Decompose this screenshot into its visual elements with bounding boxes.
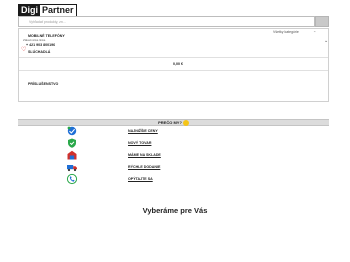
cart-total[interactable]: 0,00 € bbox=[173, 62, 183, 66]
feature-label[interactable]: OPÝTAJTE SA bbox=[128, 177, 153, 181]
chevron-down-icon[interactable]: ⌄ bbox=[324, 38, 328, 44]
warehouse-icon bbox=[67, 150, 77, 160]
feature-rychle-dodanie: RÝCHLE DODANIE bbox=[66, 161, 186, 173]
search-input[interactable] bbox=[18, 16, 315, 27]
divider bbox=[19, 57, 328, 58]
logo-partner-text: Partner bbox=[40, 5, 76, 16]
support-note: Zákaznícka linka bbox=[23, 38, 46, 42]
chevron-up-icon[interactable]: ⌃ bbox=[313, 30, 316, 35]
feature-mame-na-sklade: MÁME NA SKLADE bbox=[66, 149, 186, 161]
logo-digi-text: Digi bbox=[19, 5, 40, 16]
feature-label[interactable]: NOVÝ TOVAR bbox=[128, 141, 151, 145]
divider bbox=[19, 70, 328, 71]
delivery-truck-icon bbox=[67, 165, 77, 172]
page: Digi Partner Všetky kategórie ⌃ ⌄ MOBILN… bbox=[0, 0, 350, 262]
support-phone[interactable]: + 421 903 800196 bbox=[26, 43, 55, 47]
search-bar bbox=[18, 16, 329, 27]
heart-icon[interactable]: ♡ bbox=[21, 47, 26, 53]
feature-najnizsie-ceny: NAJNIŽŠIE CENY bbox=[66, 125, 186, 137]
menu-item-prislusenstvo[interactable]: PRÍSLUŠENSTVO bbox=[28, 82, 58, 86]
search-button[interactable] bbox=[315, 16, 329, 27]
feature-label[interactable]: NAJNIŽŠIE CENY bbox=[128, 129, 158, 133]
shield-check-icon bbox=[68, 138, 76, 148]
feature-label[interactable]: RÝCHLE DODANIE bbox=[128, 165, 160, 169]
category-select[interactable]: Všetky kategórie bbox=[273, 30, 299, 34]
support-phone-icon bbox=[66, 173, 78, 185]
price-tag-icon bbox=[67, 126, 77, 136]
feature-label[interactable]: MÁME NA SKLADE bbox=[128, 153, 161, 157]
feature-opytajte-sa: OPÝTAJTE SA bbox=[66, 173, 186, 185]
feature-novy-tovar: NOVÝ TOVAR bbox=[66, 137, 186, 149]
category-panel: Všetky kategórie ⌃ ⌄ MOBILNÉ TELEFÓNY Zá… bbox=[18, 28, 329, 102]
menu-item-sluchadla[interactable]: SLÚCHADLÁ bbox=[28, 50, 50, 54]
section-headline: Vyberáme pre Vás bbox=[142, 206, 208, 215]
